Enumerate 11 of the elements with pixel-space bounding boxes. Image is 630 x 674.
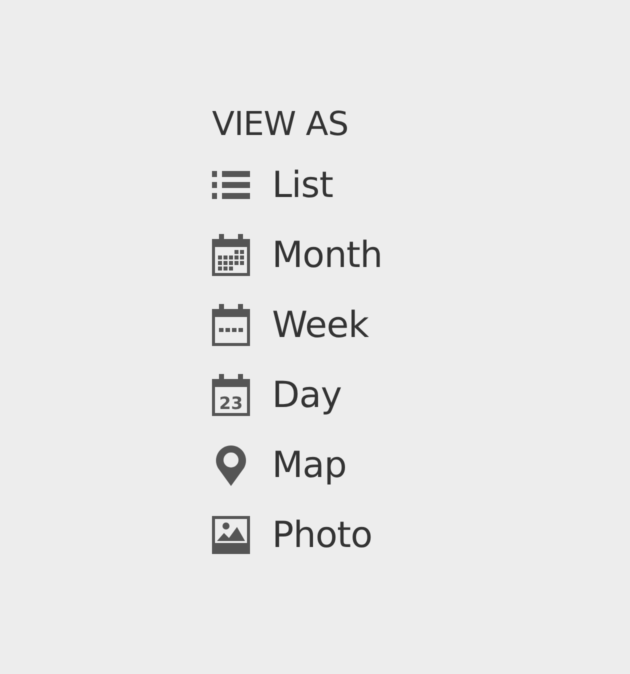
view-option-link[interactable]: Photo (212, 500, 372, 570)
view-option-link[interactable]: List (212, 150, 333, 220)
list-icon (212, 171, 250, 199)
view-option-link[interactable]: Month (212, 220, 382, 290)
view-as-heading: VIEW AS (212, 103, 348, 145)
image-icon (212, 516, 250, 554)
calendar-grid-icon (212, 234, 250, 276)
view-option-link[interactable]: Map (212, 430, 346, 500)
view-option-link[interactable]: Week (212, 290, 369, 360)
calendar-week-icon (212, 304, 250, 346)
view-option-link[interactable]: 23 Day (212, 360, 342, 430)
